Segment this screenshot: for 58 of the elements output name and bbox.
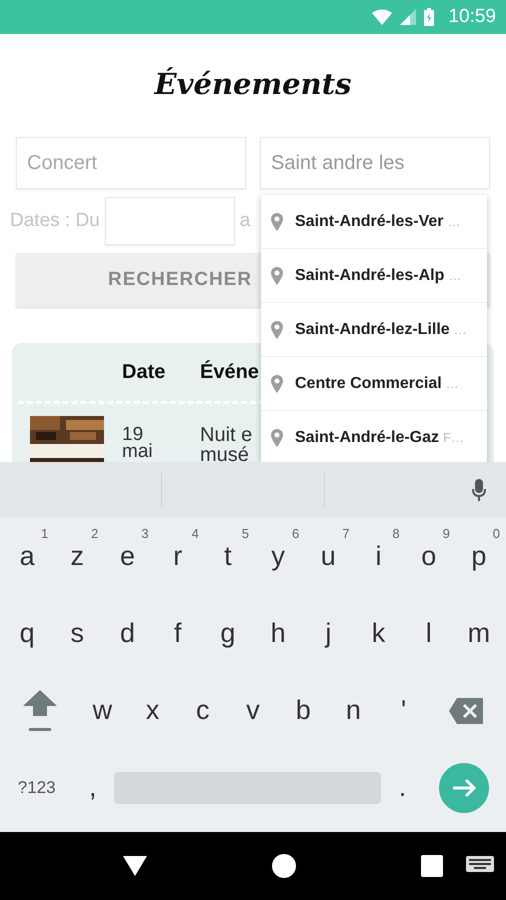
dates-label: Dates : Du [10,210,100,232]
keyboard-key[interactable]: 3 e [102,522,153,592]
back-icon[interactable] [122,856,147,876]
event-cell-text: Nuit e musé [200,423,252,462]
keyboard-key[interactable]: m [454,598,504,668]
suggestion-item[interactable]: Saint-André-lez-Lille … [261,303,487,357]
keyboard-key[interactable]: s [52,598,102,668]
pin-icon [271,212,283,230]
date-cell-text: 19 mai [122,423,154,460]
keyboard-key[interactable]: f [152,598,203,668]
keyboard-key[interactable]: h [253,598,304,668]
keyboard-key[interactable]: 0 p [454,522,504,592]
keyboard-key[interactable]: j [303,598,354,668]
wifi-icon [372,9,392,25]
signal-icon [400,9,416,25]
keyboard-key[interactable]: b [278,676,328,746]
keyboard-key[interactable]: 8 i [353,522,404,592]
keyboard-key[interactable]: ' [378,676,429,746]
battery-icon [424,8,434,26]
home-icon[interactable] [272,854,296,878]
keyboard-key[interactable]: 4 r [152,522,203,592]
clock-time: 10:59 [448,6,496,28]
date-from-field[interactable] [104,197,235,245]
pin-icon [271,428,283,446]
pin-icon [271,374,283,392]
suggestion-item[interactable]: Centre Commercial … [261,357,487,411]
keyboard-key[interactable]: 5 t [202,522,254,592]
page-title: Événements [152,66,352,103]
column-header: Événe [200,360,259,384]
recents-icon[interactable] [421,855,444,877]
suggestion-item[interactable]: Saint-André-les-Ver … [261,195,487,249]
column-header: Date [122,360,166,384]
keyboard-key[interactable]: k [353,598,404,668]
pin-icon [271,320,283,338]
keyword-field[interactable]: Concert [16,137,246,189]
keyboard-key[interactable]: g [202,598,254,668]
keyboard-key[interactable]: 9 o [404,522,454,592]
keyboard-key[interactable]: 7 u [303,522,354,592]
keyboard-key[interactable]: q [2,598,52,668]
keyboard-key[interactable]: 2 z [52,522,102,592]
keyboard-key[interactable]: 6 y [253,522,304,592]
symbols-key[interactable]: ?123 [2,752,72,822]
dates-to-label: a [240,210,250,232]
backspace-icon[interactable] [449,698,484,724]
keyboard-key[interactable]: , [71,752,114,822]
keyboard-key[interactable]: . [381,752,424,822]
shift-icon[interactable] [22,690,57,732]
keyboard-key[interactable]: 1 a [2,522,52,592]
pin-icon [271,266,283,284]
keyboard-key[interactable]: l [404,598,454,668]
keyboard-key[interactable]: v [228,676,278,746]
suggestion-item[interactable]: Saint-André-les-Alp … [261,249,487,303]
keyboard-key[interactable]: d [102,598,153,668]
keyboard-key[interactable]: c [178,676,228,746]
microphone-icon[interactable] [472,479,486,501]
keyboard-key[interactable]: n [328,676,379,746]
keyboard-key[interactable]: x [128,676,178,746]
keyboard-key[interactable]: w [77,676,128,746]
